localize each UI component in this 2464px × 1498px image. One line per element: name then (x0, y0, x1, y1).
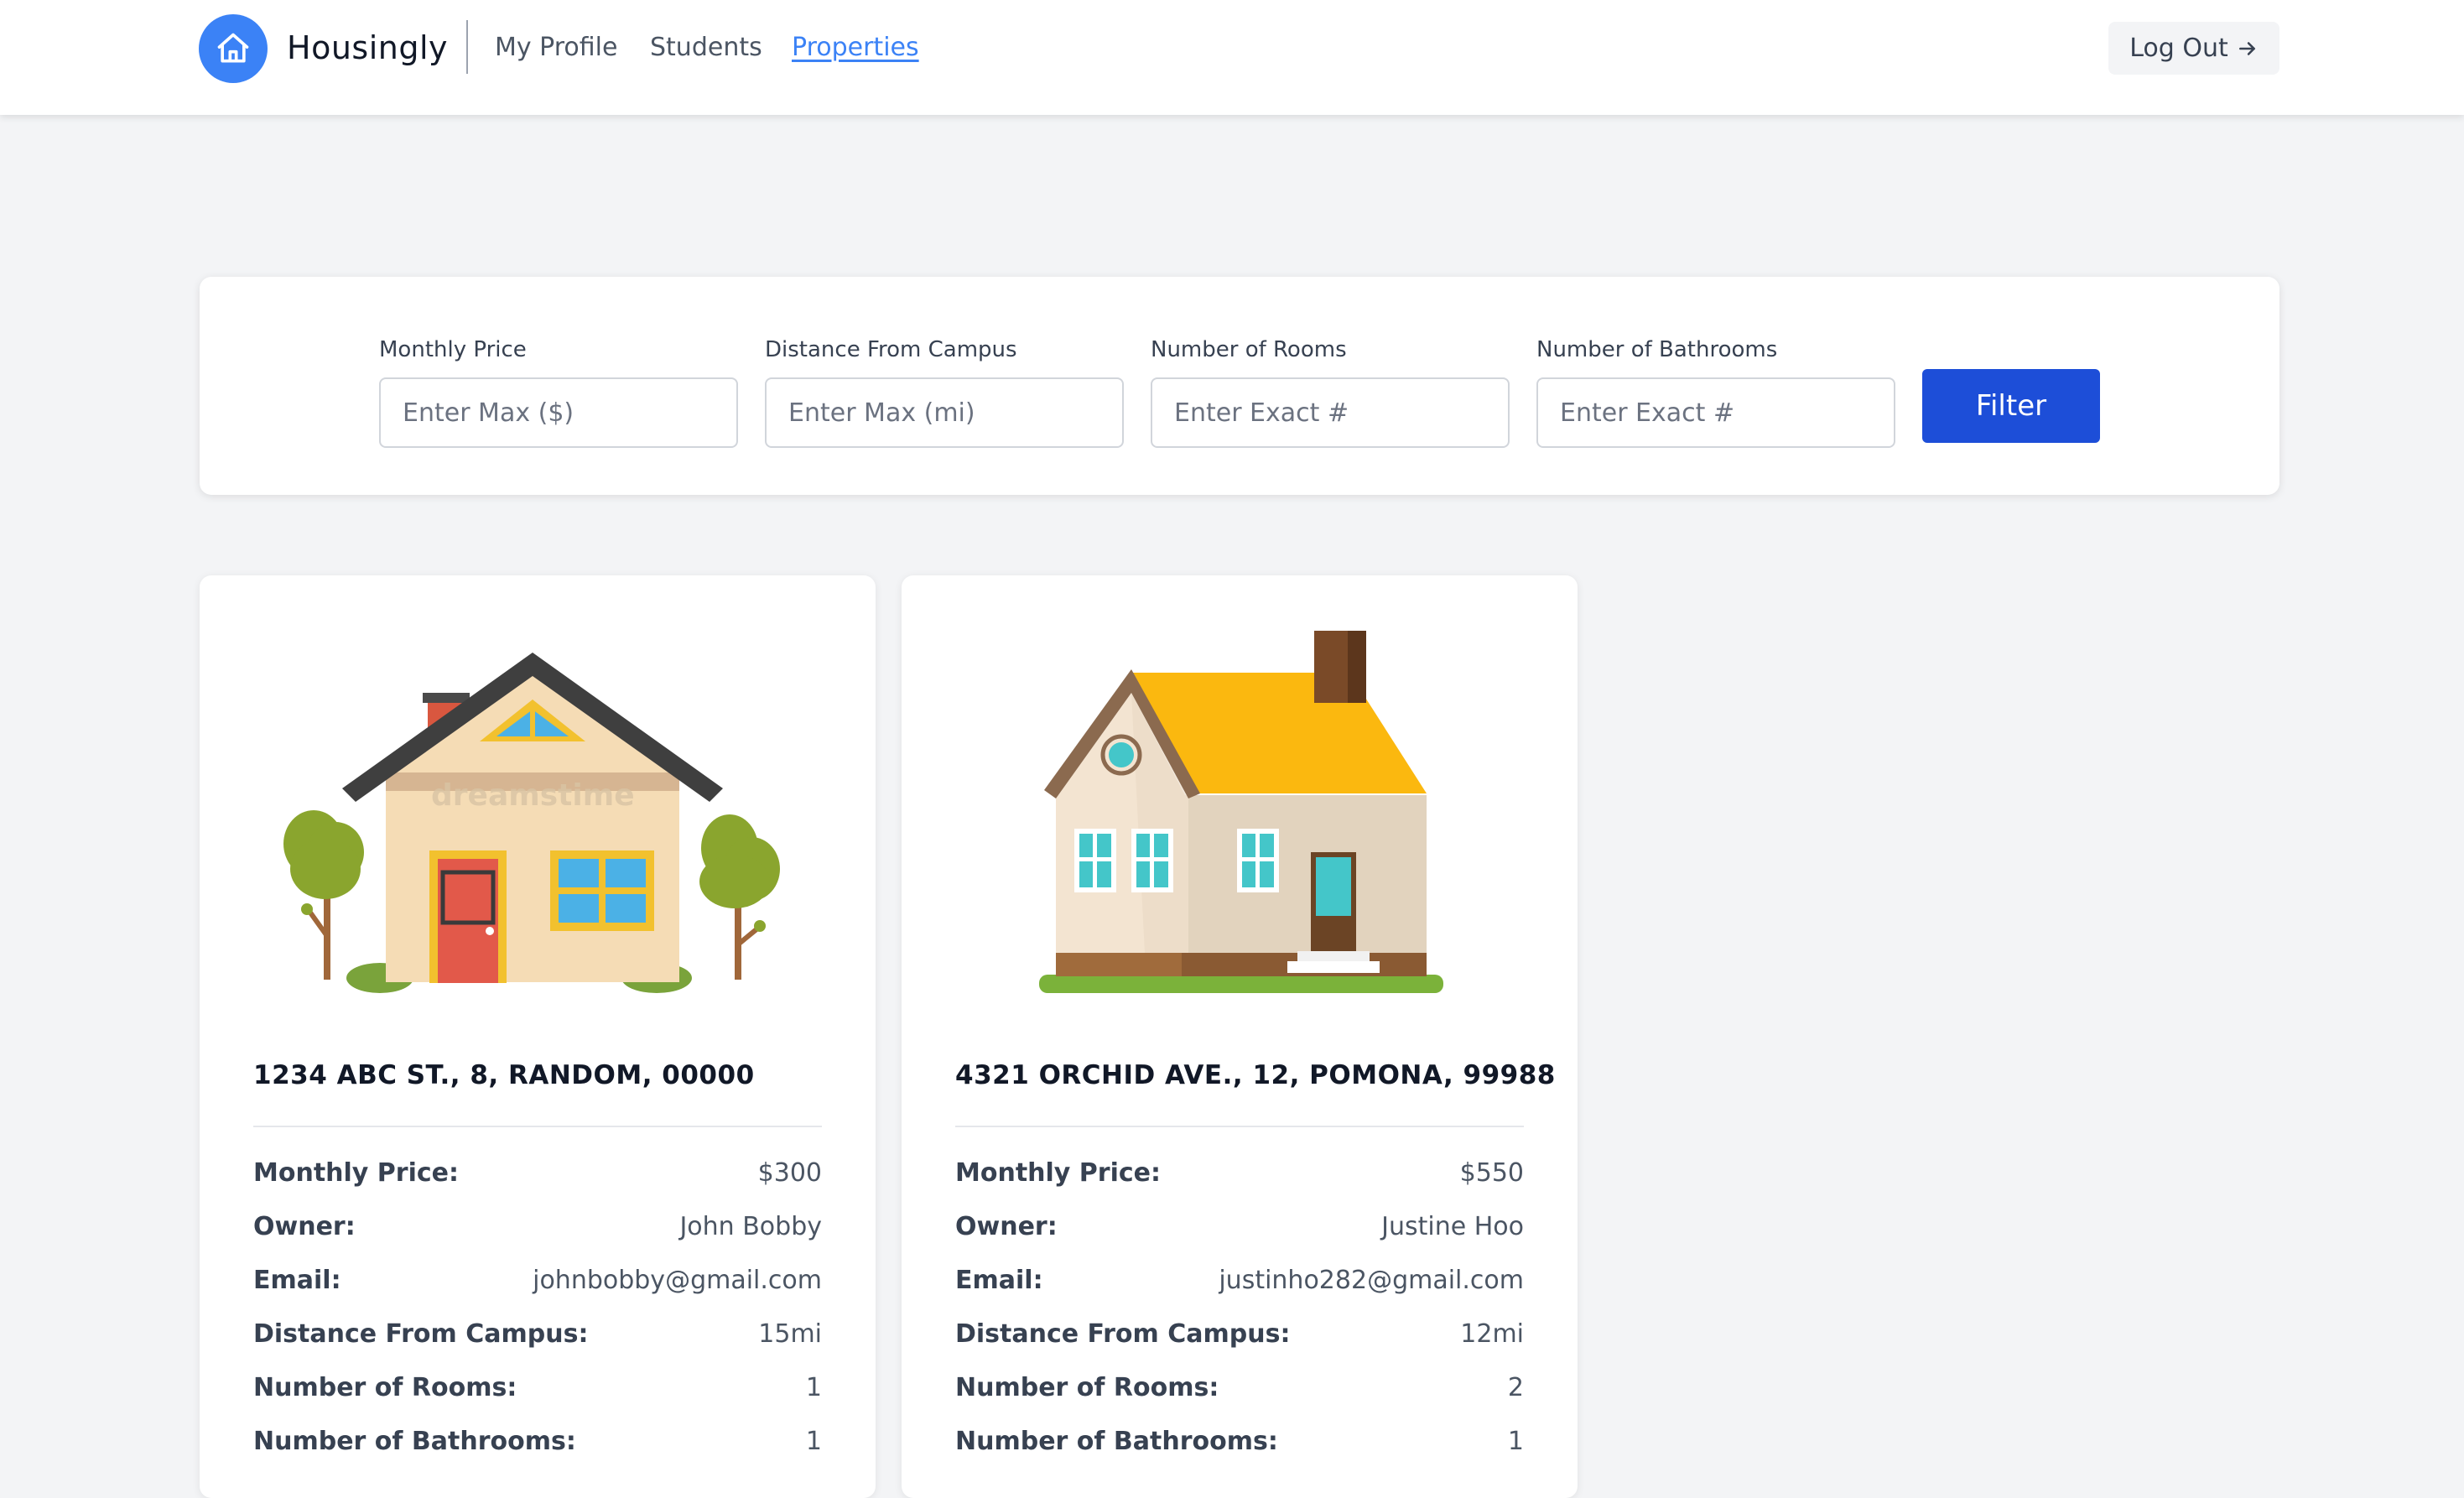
rooms-value: 1 (805, 1372, 822, 1402)
rooms-row: Number of Rooms: 1 (253, 1369, 822, 1406)
logout-label: Log Out (2129, 34, 2228, 63)
rooms-key: Number of Rooms: (955, 1372, 1219, 1402)
distance-row: Distance From Campus: 15mi (253, 1315, 822, 1352)
bathrooms-value: 1 (1507, 1426, 1524, 1456)
distance-input[interactable] (765, 377, 1124, 448)
rooms-value: 2 (1507, 1372, 1524, 1402)
logout-button[interactable]: Log Out (2108, 22, 2279, 75)
bathrooms-value: 1 (805, 1426, 822, 1456)
price-key: Monthly Price: (253, 1157, 459, 1188)
property-address: 4321 ORCHID AVE., 12, POMONA, 99988 (955, 1060, 1556, 1090)
distance-key: Distance From Campus: (253, 1319, 589, 1349)
price-value: $550 (1459, 1157, 1524, 1188)
nav-link-my-profile[interactable]: My Profile (495, 30, 617, 65)
owner-row: Owner: Justine Hoo (955, 1208, 1524, 1245)
price-row: Monthly Price: $300 (253, 1154, 822, 1191)
rooms-key: Number of Rooms: (253, 1372, 517, 1402)
distance-value: 15mi (758, 1319, 822, 1349)
top-navbar: Housingly My Profile Students Properties… (0, 0, 2464, 115)
distance-key: Distance From Campus: (955, 1319, 1291, 1349)
property-address: 1234 ABC ST., 8, RANDOM, 00000 (253, 1060, 755, 1090)
home-icon[interactable] (199, 14, 268, 83)
filter-panel: Monthly Price Distance From Campus Numbe… (200, 277, 2279, 495)
bathrooms-row: Number of Bathrooms: 1 (253, 1423, 822, 1459)
card-divider (253, 1126, 822, 1127)
monthly-price-label: Monthly Price (379, 337, 527, 362)
house-illustration: dreamstime (283, 653, 780, 993)
distance-label: Distance From Campus (765, 337, 1017, 362)
bathrooms-input[interactable] (1536, 377, 1895, 448)
bathrooms-key: Number of Bathrooms: (955, 1426, 1278, 1456)
bathrooms-label: Number of Bathrooms (1536, 337, 1778, 362)
email-key: Email: (955, 1265, 1043, 1295)
card-divider (955, 1126, 1524, 1127)
distance-row: Distance From Campus: 12mi (955, 1315, 1524, 1352)
property-card[interactable]: 4321 ORCHID AVE., 12, POMONA, 99988 Mont… (902, 575, 1578, 1498)
owner-value: John Bobby (679, 1211, 822, 1241)
price-value: $300 (757, 1157, 822, 1188)
email-row: Email: johnbobby@gmail.com (253, 1261, 822, 1298)
rooms-input[interactable] (1151, 377, 1510, 448)
image-watermark: dreamstime (431, 778, 635, 813)
bathrooms-key: Number of Bathrooms: (253, 1426, 576, 1456)
owner-key: Owner: (253, 1211, 356, 1241)
house-illustration (1039, 631, 1443, 993)
owner-key: Owner: (955, 1211, 1058, 1241)
filter-button[interactable]: Filter (1922, 369, 2100, 443)
monthly-price-input[interactable] (379, 377, 738, 448)
nav-link-properties[interactable]: Properties (792, 30, 919, 65)
email-key: Email: (253, 1265, 341, 1295)
rooms-row: Number of Rooms: 2 (955, 1369, 1524, 1406)
brand-name[interactable]: Housingly (287, 23, 448, 72)
price-key: Monthly Price: (955, 1157, 1161, 1188)
email-value: johnbobby@gmail.com (533, 1265, 822, 1295)
nav-link-students[interactable]: Students (650, 30, 762, 65)
property-card[interactable]: dreamstime 1234 ABC ST., 8, RANDOM, 0000… (200, 575, 876, 1498)
nav-divider (466, 20, 468, 74)
arrow-right-icon (2238, 41, 2255, 55)
owner-row: Owner: John Bobby (253, 1208, 822, 1245)
email-value: justinho282@gmail.com (1219, 1265, 1524, 1295)
rooms-label: Number of Rooms (1151, 337, 1347, 362)
distance-value: 12mi (1460, 1319, 1524, 1349)
price-row: Monthly Price: $550 (955, 1154, 1524, 1191)
email-row: Email: justinho282@gmail.com (955, 1261, 1524, 1298)
owner-value: Justine Hoo (1381, 1211, 1524, 1241)
bathrooms-row: Number of Bathrooms: 1 (955, 1423, 1524, 1459)
